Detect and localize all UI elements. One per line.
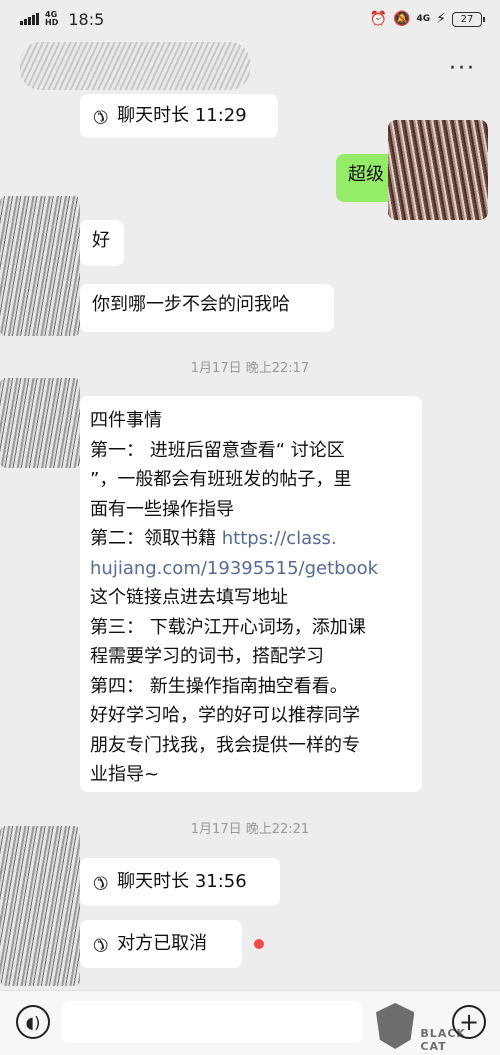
message-line: 第一： 进班后留意查看“ 讨论区 [90, 439, 345, 461]
network-badge: 4G HD [45, 11, 58, 27]
call-record-bubble[interactable]: ✆ 聊天时长 31:56 [80, 858, 280, 906]
voice-icon: ◖) [25, 1012, 41, 1032]
message-line: 业指导~ [90, 764, 160, 785]
network-sub: HD [45, 18, 59, 27]
charging-icon: ⚡ [436, 11, 446, 27]
cat-shield-icon [376, 1003, 415, 1049]
message-line: 这个链接点进去填写地址 [90, 587, 288, 608]
message-line: 第三： 下载沪江开心词场，添加课 [90, 616, 366, 638]
contact-avatar[interactable] [0, 378, 80, 468]
status-time: 18:5 [68, 9, 105, 29]
phone-icon: ✆ [87, 931, 113, 958]
call-duration-label: 聊天时长 11:29 [117, 105, 247, 126]
long-message-bubble[interactable]: 四件事情 第一： 进班后留意查看“ 讨论区 ”，一般都会有班班发的帖子，里 面有… [80, 396, 422, 792]
message-line: 四件事情 [90, 410, 162, 431]
network-right: 4G [416, 14, 431, 24]
message-input[interactable] [62, 1001, 362, 1043]
battery-level: 27 [460, 13, 474, 25]
message-text: 好 [92, 230, 110, 251]
call-record-bubble[interactable]: ✆ 聊天时长 11:29 [80, 94, 278, 138]
message-line: 好好学习哈，学的好可以推荐同学 [90, 705, 360, 726]
status-bar: 4G HD 18:5 ⏰ 🔕 4G ⚡ 27 [0, 0, 500, 38]
contact-name-redacted [20, 42, 250, 90]
message-line: 程需要学习的词书，搭配学习 [90, 646, 324, 667]
phone-icon: ✆ [87, 103, 113, 130]
book-link-part2[interactable]: hujiang.com/19395515/getbook [90, 554, 412, 584]
my-avatar[interactable] [388, 120, 488, 220]
message-line: ”，一般都会有班班发的帖子，里 [90, 469, 352, 490]
message-line-with-link: 第二：领取书籍 https://class. [90, 524, 412, 554]
status-right: ⏰ 🔕 4G ⚡ 27 [369, 11, 485, 27]
status-left: 4G HD 18:5 [20, 10, 104, 29]
unread-dot [254, 939, 264, 949]
book-link-part1[interactable]: https://class. [222, 528, 337, 549]
message-line: 第二：领取书籍 [90, 528, 222, 549]
message-line: 朋友专门找我，我会提供一样的专 [90, 734, 360, 756]
message-text: 你到哪一步不会的问我哈 [92, 294, 290, 315]
contact-message-bubble[interactable]: 你到哪一步不会的问我哈 [80, 284, 334, 332]
signal-icon [20, 13, 39, 25]
contact-message-bubble[interactable]: 好 [80, 220, 124, 266]
watermark-text: BLACK CAT [420, 1027, 466, 1053]
watermark-logo: BLACK CAT [376, 998, 494, 1054]
battery-icon: 27 [452, 11, 485, 27]
phone-icon: ✆ [87, 869, 113, 896]
alarm-icon: ⏰ [369, 11, 388, 27]
mute-icon: 🔕 [393, 11, 411, 27]
call-duration-label: 聊天时长 31:56 [117, 871, 247, 892]
message-timestamp: 1月17日 晚上22:17 [190, 361, 310, 376]
contact-avatar[interactable] [0, 196, 80, 336]
message-line: 面有一些操作指导 [90, 498, 234, 520]
my-message-text: 超级 [348, 164, 384, 185]
voice-input-button[interactable]: ◖) [16, 1005, 50, 1039]
call-status-label: 对方已取消 [117, 933, 208, 954]
contact-avatar[interactable] [0, 826, 80, 986]
message-line: 第四： 新生操作指南抽空看看。 [90, 675, 348, 697]
cancelled-call-bubble[interactable]: ✆ 对方已取消 [80, 920, 242, 968]
chat-header: ··· [0, 38, 500, 94]
more-options-icon[interactable]: ··· [449, 56, 476, 81]
